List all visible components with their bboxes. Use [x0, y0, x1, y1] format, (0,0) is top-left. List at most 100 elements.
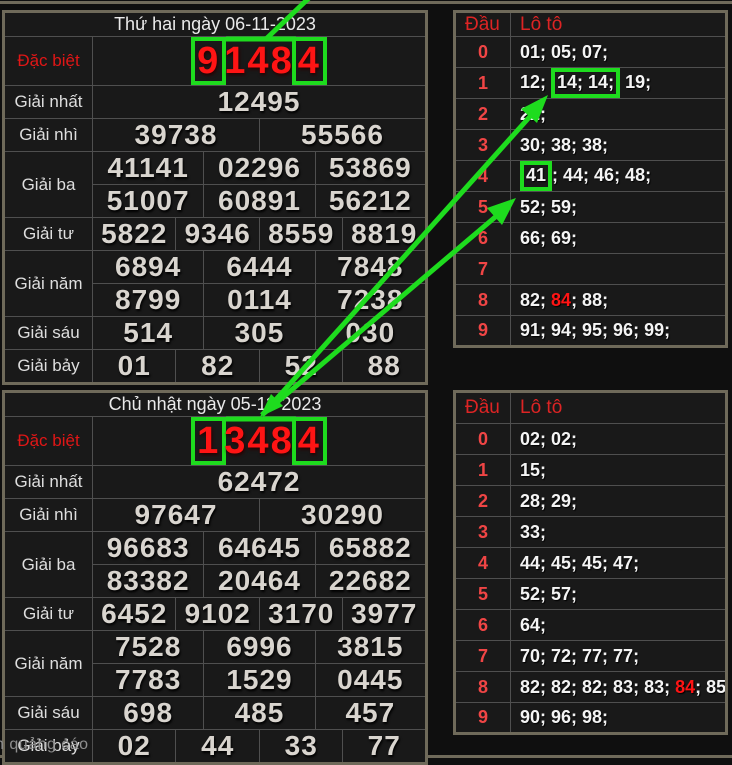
loto-row: 1 12; 14; 14; 19; — [455, 68, 727, 99]
loto-values: 52; 59; — [520, 197, 577, 217]
prize-table-day2: Chủ nhật ngày 05-11-2023 Đặc biệt 13484 … — [2, 390, 428, 765]
loto-values: 30; 38; 38; — [520, 135, 608, 155]
prize-cell: 82 — [176, 350, 259, 384]
dau-cell: 0 — [455, 424, 511, 455]
loto-cell: 28; 29; — [511, 486, 727, 517]
special-digit-highlighted: 4 — [292, 37, 327, 85]
loto-cell: 91; 94; 95; 96; 99; — [511, 316, 727, 347]
date-title-day1: Thứ hai ngày 06-11-2023 — [4, 12, 427, 37]
loto-values: 01; 05; 07; — [520, 42, 608, 62]
prize-cell: 51007 — [93, 185, 204, 218]
prize-table-day1: Thứ hai ngày 06-11-2023 Đặc biệt 91484 G… — [2, 10, 428, 385]
prize-label: Giải nhất — [4, 86, 93, 119]
dau-cell: 2 — [455, 99, 511, 130]
special-digit: 4 — [247, 422, 270, 460]
prize-cell: 0114 — [204, 284, 315, 317]
loto-row: 7 70; 72; 77; 77; — [455, 641, 727, 672]
dau-cell: 6 — [455, 610, 511, 641]
loto-row: 8 82; 84; 88; — [455, 285, 727, 316]
prize-cell: 8799 — [93, 284, 204, 317]
loto-header-row: Đầu Lô tô — [455, 12, 727, 37]
loto-row: 7 — [455, 254, 727, 285]
prize-cell: 514 — [93, 317, 204, 350]
prize-row-tu: Giải tư 5822 9346 8559 8819 — [4, 218, 427, 251]
prize-row-nam: Giải năm 6894 6444 7848 — [4, 251, 427, 284]
prize-row-ba: Giải ba 41141 02296 53869 — [4, 152, 427, 185]
top-divider-line — [0, 1, 732, 4]
prize-cell: 83382 — [93, 565, 204, 598]
special-number-day1: 91484 — [93, 37, 427, 86]
prize-cell: 698 — [93, 697, 204, 730]
loto-value-red-84: 84 — [675, 677, 695, 697]
loto-header: Lô tô — [511, 392, 727, 424]
prize-cell: 7528 — [93, 631, 204, 664]
prize-label: Giải tư — [4, 598, 93, 631]
prize-cell: 0445 — [315, 664, 426, 697]
loto-values: 90; 96; 98; — [520, 707, 608, 727]
loto-row: 6 66; 69; — [455, 223, 727, 254]
loto-values: 82; — [520, 290, 551, 310]
prize-cell: 60891 — [204, 185, 315, 218]
prize-cell: 64645 — [204, 532, 315, 565]
loto-row: 9 90; 96; 98; — [455, 703, 727, 734]
prize-label: Giải ba — [4, 532, 93, 598]
prize-cell: 8819 — [343, 218, 427, 251]
loto-values: 02; 02; — [520, 429, 577, 449]
prize-cell: 01 — [93, 350, 176, 384]
loto-cell — [511, 254, 727, 285]
special-prize-label: Đặc biệt — [4, 417, 93, 466]
prize-cell: 41141 — [93, 152, 204, 185]
loto-cell: 82; 84; 88; — [511, 285, 727, 316]
dau-cell: 5 — [455, 192, 511, 223]
loto-cell: 90; 96; 98; — [511, 703, 727, 734]
special-digit: 8 — [271, 42, 294, 80]
loto-cell: 64; — [511, 610, 727, 641]
watermark-text: n quảng cáo — [0, 736, 89, 754]
loto-values: 22; — [520, 104, 546, 124]
dau-cell: 9 — [455, 316, 511, 347]
loto-row: 6 64; — [455, 610, 727, 641]
dau-header: Đầu — [455, 392, 511, 424]
prize-cell: 33 — [259, 730, 342, 764]
prize-cell: 6996 — [204, 631, 315, 664]
loto-values: 91; 94; 95; 96; 99; — [520, 320, 670, 340]
special-prize-row: Đặc biệt 13484 — [4, 417, 427, 466]
loto-header: Lô tô — [511, 12, 727, 37]
special-prize-label: Đặc biệt — [4, 37, 93, 86]
prize-cell: 3977 — [343, 598, 427, 631]
loto-value-red-84: 84 — [551, 290, 571, 310]
prize-cell: 12495 — [93, 86, 427, 119]
dau-cell: 1 — [455, 455, 511, 486]
special-digit-highlighted: 9 — [191, 37, 226, 85]
dau-cell: 4 — [455, 161, 511, 192]
loto-cell: 22; — [511, 99, 727, 130]
dau-cell: 7 — [455, 641, 511, 672]
loto-table-day1: Đầu Lô tô 0 01; 05; 07; 1 12; 14; 14; 19… — [453, 10, 728, 348]
loto-cell: 41; 44; 46; 48; — [511, 161, 727, 192]
loto-row: 3 33; — [455, 517, 727, 548]
dau-cell: 5 — [455, 579, 511, 610]
dau-cell: 3 — [455, 517, 511, 548]
special-digit: 4 — [247, 42, 270, 80]
loto-row: 0 02; 02; — [455, 424, 727, 455]
dau-cell: 8 — [455, 672, 511, 703]
prize-label: Giải năm — [4, 251, 93, 317]
prize-cell: 6452 — [93, 598, 176, 631]
prize-cell: 20464 — [204, 565, 315, 598]
loto-values: 44; 45; 45; 47; — [520, 553, 639, 573]
prize-cell: 65882 — [315, 532, 426, 565]
prize-row-ba: Giải ba 96683 64645 65882 — [4, 532, 427, 565]
loto-row: 2 28; 29; — [455, 486, 727, 517]
special-prize-row: Đặc biệt 91484 — [4, 37, 427, 86]
prize-row-nhi: Giải nhì 97647 30290 — [4, 499, 427, 532]
loto-values: ; 85; — [695, 677, 726, 697]
dau-header: Đầu — [455, 12, 511, 37]
loto-row: 5 52; 57; — [455, 579, 727, 610]
prize-label: Giải sáu — [4, 317, 93, 350]
dau-cell: 0 — [455, 37, 511, 68]
loto-row: 2 22; — [455, 99, 727, 130]
loto-row: 0 01; 05; 07; — [455, 37, 727, 68]
prize-cell: 6894 — [93, 251, 204, 284]
prize-cell: 22682 — [315, 565, 426, 598]
date-title-day2: Chủ nhật ngày 05-11-2023 — [4, 392, 427, 417]
